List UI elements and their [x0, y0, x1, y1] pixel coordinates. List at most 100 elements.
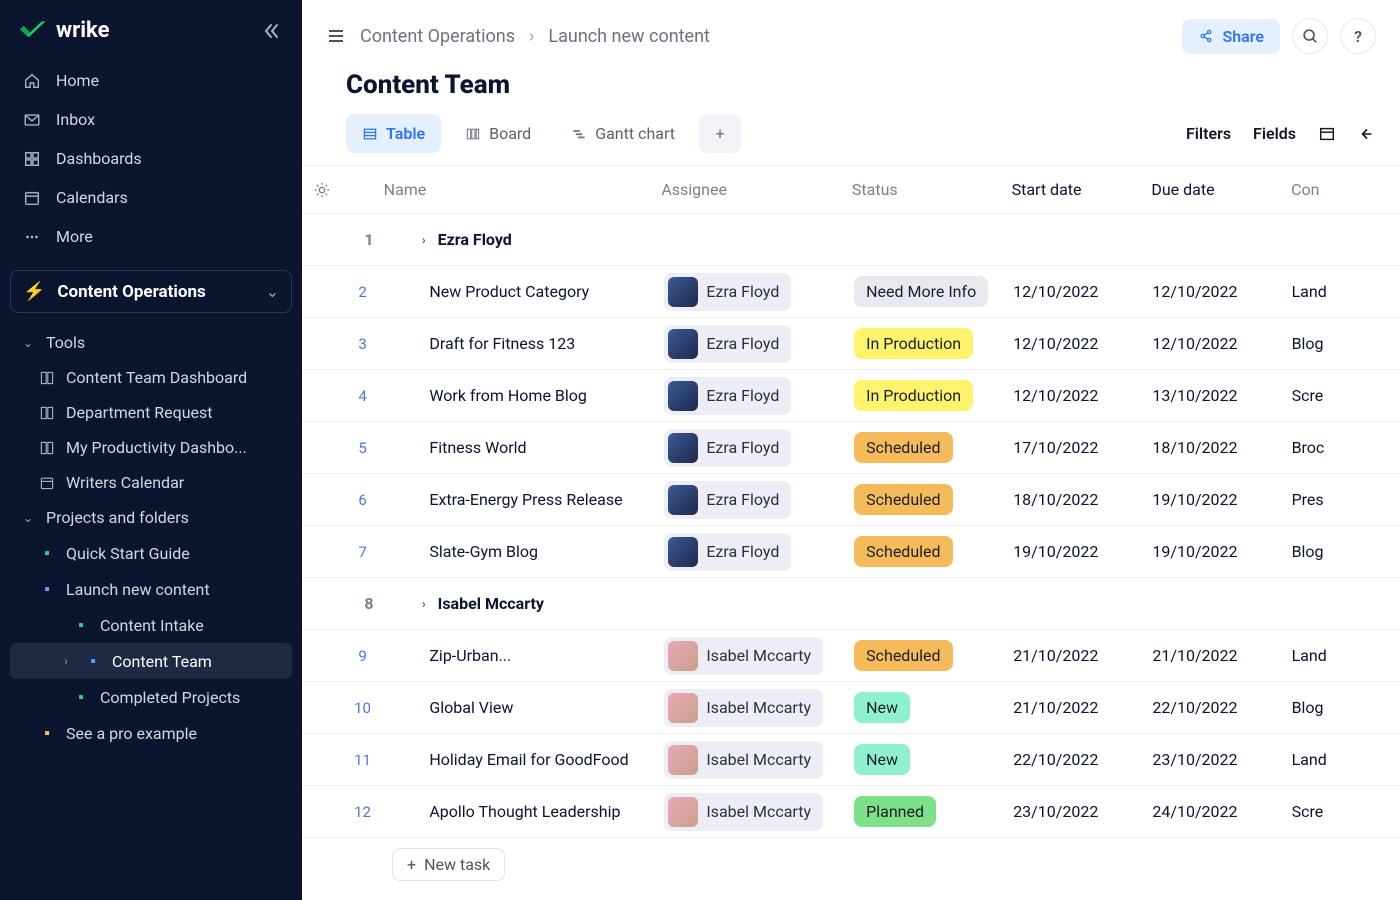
tree-item-productivity-dashboard[interactable]: My Productivity Dashbo...: [10, 430, 292, 465]
table-row[interactable]: 7 Slate-Gym Blog Ezra Floyd Scheduled 19…: [302, 526, 1400, 578]
due-date[interactable]: 18/10/2022: [1152, 438, 1291, 457]
task-name[interactable]: New Product Category: [383, 282, 664, 301]
col-header-name[interactable]: Name: [384, 180, 662, 199]
content-type[interactable]: Land: [1292, 750, 1400, 769]
breadcrumb-item[interactable]: Launch new content: [548, 26, 710, 47]
tab-gantt[interactable]: Gantt chart: [555, 114, 691, 153]
assignee-cell[interactable]: Isabel Mccarty: [664, 741, 854, 779]
table-row[interactable]: 10 Global View Isabel Mccarty New 21/10/…: [302, 682, 1400, 734]
status-cell[interactable]: Need More Info: [854, 276, 1013, 307]
start-date[interactable]: 21/10/2022: [1013, 698, 1152, 717]
status-cell[interactable]: Planned: [854, 796, 1013, 827]
filters-button[interactable]: Filters: [1186, 124, 1231, 143]
status-cell[interactable]: Scheduled: [854, 536, 1013, 567]
tree-item-content-team-dashboard[interactable]: Content Team Dashboard: [10, 360, 292, 395]
content-type[interactable]: Land: [1292, 282, 1400, 301]
status-cell[interactable]: Scheduled: [854, 432, 1013, 463]
content-type[interactable]: Scre: [1292, 802, 1400, 821]
tree-item-content-team[interactable]: ›▪Content Team: [10, 643, 292, 679]
col-header-due[interactable]: Due date: [1151, 180, 1291, 199]
assignee-cell[interactable]: Isabel Mccarty: [664, 689, 854, 727]
table-row[interactable]: 6 Extra-Energy Press Release Ezra Floyd …: [302, 474, 1400, 526]
start-date[interactable]: 23/10/2022: [1013, 802, 1152, 821]
col-header-assignee[interactable]: Assignee: [661, 180, 852, 199]
fields-button[interactable]: Fields: [1253, 124, 1296, 143]
start-date[interactable]: 18/10/2022: [1013, 490, 1152, 509]
due-date[interactable]: 22/10/2022: [1152, 698, 1291, 717]
nav-home[interactable]: Home: [10, 61, 292, 100]
assignee-cell[interactable]: Isabel Mccarty: [664, 793, 854, 831]
tree-item-writers-calendar[interactable]: Writers Calendar: [10, 465, 292, 500]
task-name[interactable]: Extra-Energy Press Release: [383, 490, 664, 509]
status-cell[interactable]: In Production: [854, 328, 1013, 359]
content-type[interactable]: Blog: [1292, 698, 1400, 717]
gear-icon[interactable]: [302, 181, 342, 199]
due-date[interactable]: 23/10/2022: [1152, 750, 1291, 769]
task-name[interactable]: Apollo Thought Leadership: [383, 802, 664, 821]
table-row[interactable]: 5 Fitness World Ezra Floyd Scheduled 17/…: [302, 422, 1400, 474]
task-name[interactable]: Holiday Email for GoodFood: [383, 750, 664, 769]
content-type[interactable]: Scre: [1292, 386, 1400, 405]
start-date[interactable]: 12/10/2022: [1013, 386, 1152, 405]
assignee-cell[interactable]: Isabel Mccarty: [664, 637, 854, 675]
sidebar-collapse-icon[interactable]: [262, 21, 282, 41]
table-row[interactable]: 2 New Product Category Ezra Floyd Need M…: [302, 266, 1400, 318]
nav-calendars[interactable]: Calendars: [10, 178, 292, 217]
due-date[interactable]: 24/10/2022: [1152, 802, 1291, 821]
tab-board[interactable]: Board: [449, 114, 547, 153]
assignee-cell[interactable]: Ezra Floyd: [664, 533, 854, 571]
group-row[interactable]: 1 ›Ezra Floyd: [302, 214, 1400, 266]
nav-inbox[interactable]: Inbox: [10, 100, 292, 139]
assignee-cell[interactable]: Ezra Floyd: [664, 429, 854, 467]
tree-group-projects[interactable]: ⌄ Projects and folders: [10, 500, 292, 535]
add-view-button[interactable]: +: [699, 114, 741, 153]
due-date[interactable]: 12/10/2022: [1152, 282, 1291, 301]
assignee-cell[interactable]: Ezra Floyd: [664, 377, 854, 415]
hamburger-icon[interactable]: [326, 26, 346, 46]
start-date[interactable]: 19/10/2022: [1013, 542, 1152, 561]
due-date[interactable]: 13/10/2022: [1152, 386, 1291, 405]
content-type[interactable]: Blog: [1292, 334, 1400, 353]
table-row[interactable]: 4 Work from Home Blog Ezra Floyd In Prod…: [302, 370, 1400, 422]
status-cell[interactable]: Scheduled: [854, 640, 1013, 671]
assignee-cell[interactable]: Ezra Floyd: [664, 481, 854, 519]
tab-table[interactable]: Table: [346, 114, 441, 153]
task-name[interactable]: Global View: [383, 698, 664, 717]
task-name[interactable]: Zip-Urban...: [383, 646, 664, 665]
start-date[interactable]: 12/10/2022: [1013, 282, 1152, 301]
content-type[interactable]: Blog: [1292, 542, 1400, 561]
task-name[interactable]: Fitness World: [383, 438, 664, 457]
due-date[interactable]: 21/10/2022: [1152, 646, 1291, 665]
status-cell[interactable]: In Production: [854, 380, 1013, 411]
start-date[interactable]: 21/10/2022: [1013, 646, 1152, 665]
help-button[interactable]: ?: [1340, 18, 1376, 54]
table-row[interactable]: 12 Apollo Thought Leadership Isabel Mcca…: [302, 786, 1400, 838]
assignee-cell[interactable]: Ezra Floyd: [664, 273, 854, 311]
content-type[interactable]: Pres: [1292, 490, 1400, 509]
tree-item-quick-start[interactable]: ▪Quick Start Guide: [10, 535, 292, 571]
table-row[interactable]: 11 Holiday Email for GoodFood Isabel Mcc…: [302, 734, 1400, 786]
start-date[interactable]: 22/10/2022: [1013, 750, 1152, 769]
tree-item-launch-new-content[interactable]: ▪Launch new content: [10, 571, 292, 607]
nav-dashboards[interactable]: Dashboards: [10, 139, 292, 178]
search-button[interactable]: [1292, 18, 1328, 54]
breadcrumb-item[interactable]: Content Operations: [360, 26, 515, 47]
tree-item-department-request[interactable]: Department Request: [10, 395, 292, 430]
start-date[interactable]: 12/10/2022: [1013, 334, 1152, 353]
col-header-content[interactable]: Con: [1291, 180, 1400, 199]
task-name[interactable]: Slate-Gym Blog: [383, 542, 664, 561]
tree-item-pro-example[interactable]: ▪See a pro example: [10, 715, 292, 751]
assignee-cell[interactable]: Ezra Floyd: [664, 325, 854, 363]
col-header-status[interactable]: Status: [852, 180, 1012, 199]
nav-more[interactable]: More: [10, 217, 292, 256]
task-name[interactable]: Work from Home Blog: [383, 386, 664, 405]
task-name[interactable]: Draft for Fitness 123: [383, 334, 664, 353]
status-cell[interactable]: Scheduled: [854, 484, 1013, 515]
group-row[interactable]: 8 ›Isabel Mccarty: [302, 578, 1400, 630]
arrow-icon[interactable]: [1358, 125, 1376, 143]
share-button[interactable]: Share: [1182, 19, 1280, 54]
table-row[interactable]: 9 Zip-Urban... Isabel Mccarty Scheduled …: [302, 630, 1400, 682]
start-date[interactable]: 17/10/2022: [1013, 438, 1152, 457]
status-cell[interactable]: New: [854, 744, 1013, 775]
content-type[interactable]: Broc: [1292, 438, 1400, 457]
